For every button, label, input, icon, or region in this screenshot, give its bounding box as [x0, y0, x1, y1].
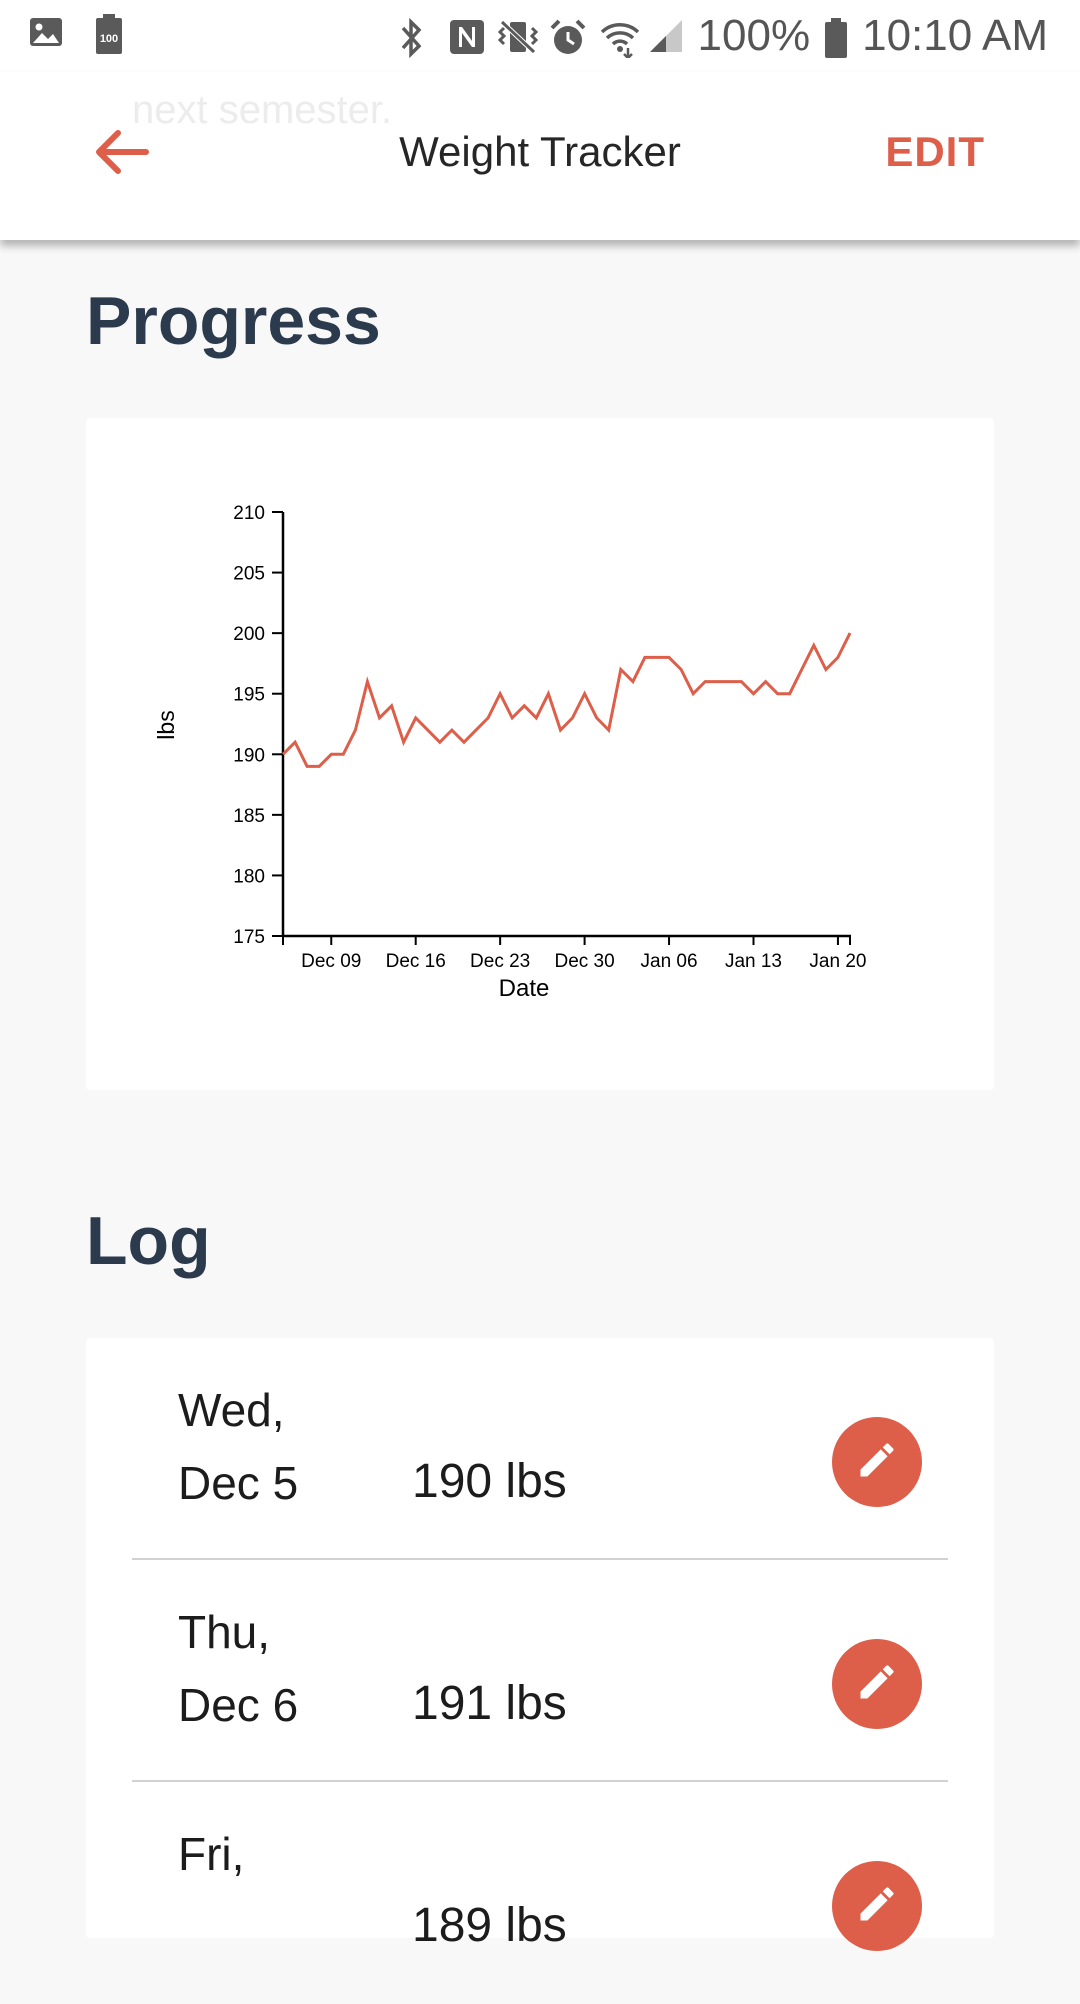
- alarm-icon: [548, 18, 585, 54]
- chart-axes: [281, 512, 851, 945]
- battery-percent: 100%: [697, 11, 811, 60]
- log-entry: Thu, Dec 6 191 lbs: [132, 1560, 948, 1782]
- image-icon: [28, 14, 64, 50]
- log-date: Wed, Dec 5: [178, 1374, 378, 1520]
- nfc-icon: [448, 18, 484, 54]
- log-date: Thu, Dec 6: [178, 1596, 378, 1742]
- progress-heading: Progress: [86, 283, 381, 359]
- app-bar: next semester. Weight Tracker EDIT: [0, 72, 1080, 240]
- log-entry: Wed, Dec 5 190 lbs: [132, 1338, 948, 1560]
- log-weight: 191 lbs: [412, 1677, 567, 1730]
- chart-series: [281, 632, 852, 768]
- log-day: Thu,: [178, 1606, 271, 1658]
- vibrate-icon: [497, 18, 538, 54]
- y-tick-label: 180: [233, 866, 265, 887]
- y-tick-label: 200: [233, 624, 265, 645]
- y-tick-label: 175: [233, 927, 265, 948]
- log-card: Wed, Dec 5 190 lbs Thu, Dec 6 191 lbs Fr…: [86, 1338, 994, 1952]
- edit-button[interactable]: EDIT: [885, 128, 985, 176]
- log-heading: Log: [86, 1203, 211, 1279]
- battery-saver-100-icon: 100: [94, 14, 130, 54]
- edit-entry-button[interactable]: [832, 1639, 922, 1729]
- battery-icon: [824, 18, 848, 58]
- weight-series-line: [281, 632, 852, 768]
- chart-ticks: 175 180 185 190 195 200 205 210 Dec 09 Dec 16 Dec …: [233, 503, 866, 972]
- svg-text:100: 100: [100, 33, 118, 45]
- y-tick-label: 205: [233, 564, 265, 585]
- log-date: Fri,: [178, 1818, 378, 1891]
- x-tick-label: Dec 09: [301, 951, 361, 972]
- x-tick-label: Dec 16: [386, 951, 446, 972]
- log-date-text: Dec 6: [178, 1679, 299, 1731]
- y-tick-label: 210: [233, 503, 265, 524]
- progress-chart-card: 175 180 185 190 195 200 205 210 Dec 09 Dec 16 Dec …: [86, 418, 994, 1090]
- wifi-icon: [598, 18, 639, 60]
- edit-entry-button[interactable]: [832, 1417, 922, 1507]
- pencil-icon: [855, 1660, 899, 1709]
- log-weight: 189 lbs: [412, 1899, 567, 1952]
- log-weight: 190 lbs: [412, 1455, 567, 1508]
- x-tick-label: Dec 30: [554, 951, 614, 972]
- log-date-text: Dec 5: [178, 1457, 299, 1509]
- x-tick-label: Jan 13: [725, 951, 782, 972]
- y-tick-label: 185: [233, 806, 265, 827]
- background-text: next semester.: [132, 88, 393, 132]
- clock-time: 10:10 AM: [862, 11, 1048, 60]
- x-tick-label: Jan 20: [809, 951, 866, 972]
- status-bar: 100 100% 10:10 AM: [0, 0, 1080, 72]
- y-tick-label: 190: [233, 745, 265, 766]
- y-tick-label: 195: [233, 685, 265, 706]
- log-entry: Fri, 189 lbs: [132, 1782, 948, 2004]
- pencil-icon: [855, 1438, 899, 1487]
- pencil-icon: [855, 1882, 899, 1931]
- x-tick-label: Jan 06: [641, 951, 698, 972]
- bluetooth-icon: [398, 17, 434, 59]
- log-day: Wed,: [178, 1384, 285, 1436]
- weight-line-chart: 175 180 185 190 195 200 205 210 Dec 09 Dec 16 Dec …: [153, 503, 866, 1002]
- x-tick-label: Dec 23: [470, 951, 530, 972]
- edit-entry-button[interactable]: [832, 1861, 922, 1951]
- cell-signal-icon: [648, 18, 684, 54]
- x-axis-label: Date: [499, 975, 550, 1002]
- log-day: Fri,: [178, 1828, 245, 1880]
- y-axis-label: lbs: [153, 710, 179, 739]
